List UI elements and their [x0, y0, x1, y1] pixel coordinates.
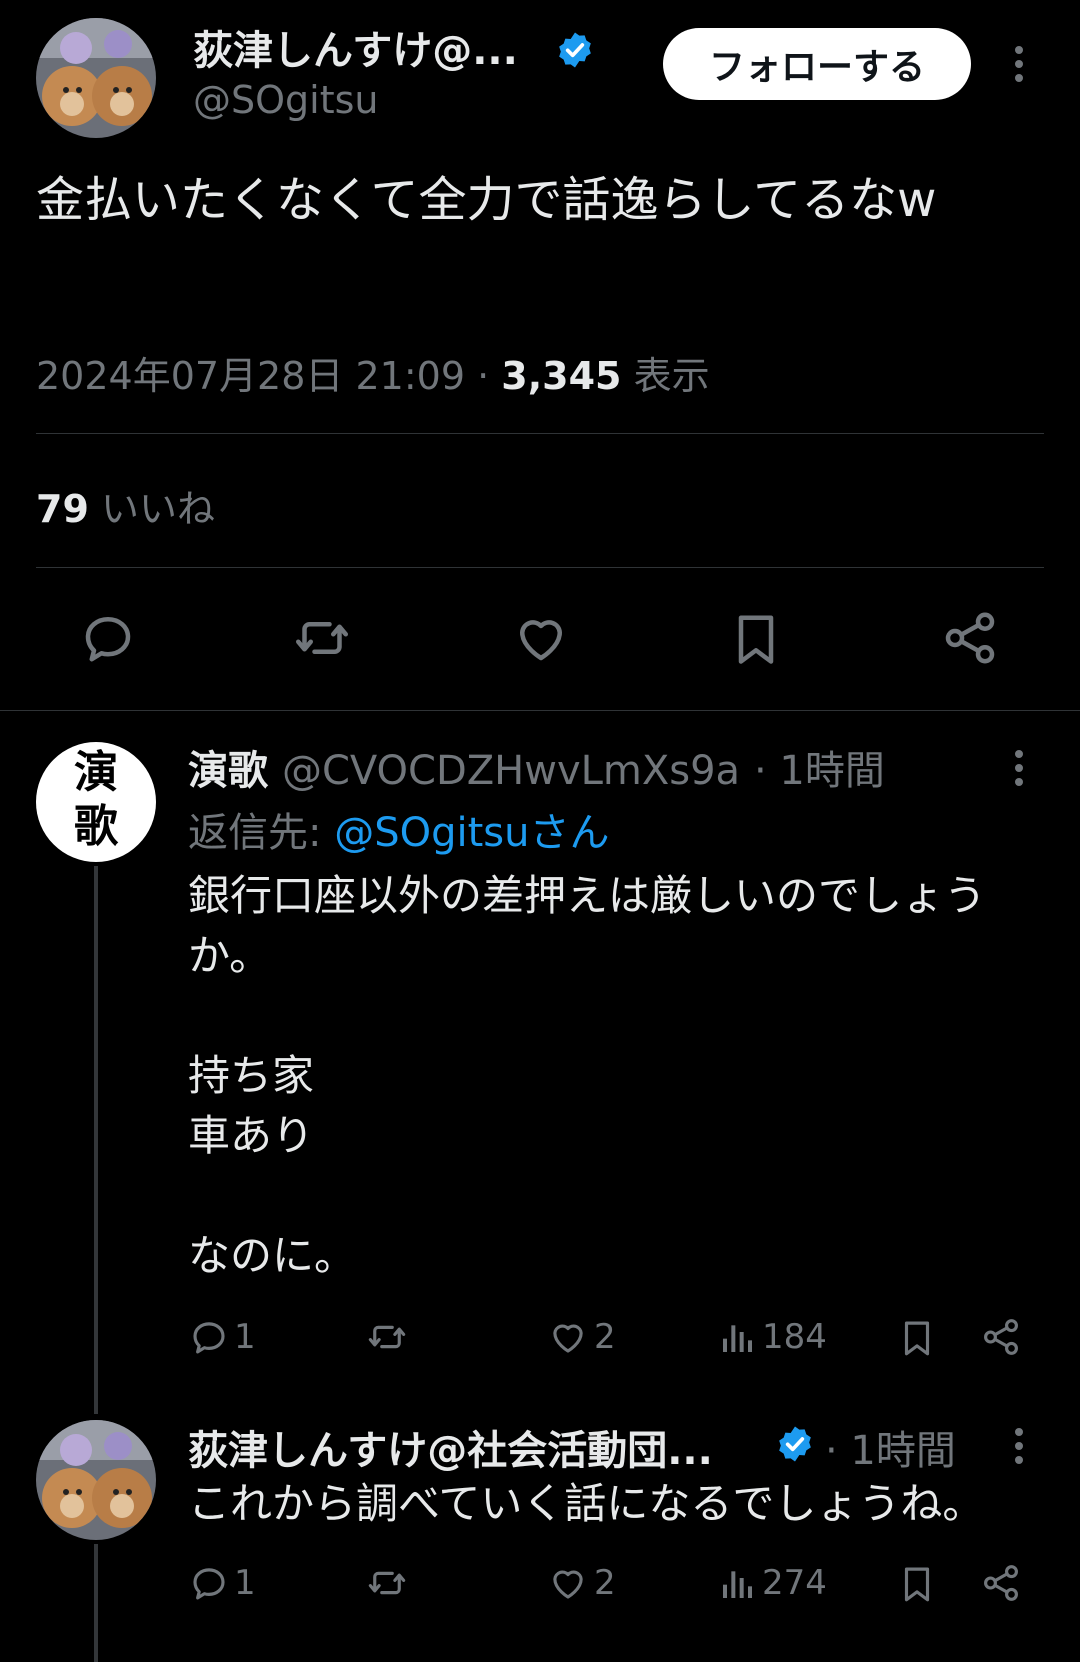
- like-count-value: 2: [594, 1317, 616, 1357]
- retweet-icon: [368, 1325, 406, 1349]
- share-icon[interactable]: [980, 1562, 1022, 1604]
- follow-button[interactable]: フォローする: [663, 28, 971, 100]
- avatar-calligraphy: 演歌: [74, 747, 118, 852]
- share-icon[interactable]: [940, 608, 1000, 668]
- reply-count-value: 1: [234, 1563, 256, 1603]
- views-icon: [723, 1571, 752, 1598]
- reply-avatar[interactable]: [36, 1420, 156, 1540]
- reply-to-label: 返信先:: [188, 810, 335, 856]
- tweet-meta: 2024年07月28日 21:09 · 3,345 表示: [36, 345, 710, 400]
- share-icon[interactable]: [980, 1316, 1022, 1358]
- reply-count-value: 1: [234, 1317, 256, 1357]
- reply-count[interactable]: 1: [188, 1316, 256, 1358]
- meta-separator: ·: [477, 354, 490, 398]
- reply-time[interactable]: · 1時間: [754, 748, 885, 794]
- more-options-icon[interactable]: [1012, 44, 1026, 84]
- verified-badge-icon: [555, 30, 595, 70]
- reply-text: これから調べていく話になるでしょうね。: [188, 1479, 985, 1528]
- likes-count: 79: [36, 487, 89, 531]
- thread-line: [94, 1544, 98, 1662]
- views-count: 3,345: [501, 354, 622, 398]
- views-label: 表示: [633, 354, 710, 398]
- author-avatar[interactable]: [36, 18, 156, 138]
- section-divider: [0, 710, 1080, 711]
- reply-icon[interactable]: [78, 608, 138, 668]
- retweet-count[interactable]: [364, 1316, 414, 1358]
- like-count-value: 2: [594, 1563, 616, 1603]
- reply-icon: [193, 1568, 225, 1600]
- likes-summary[interactable]: 79 いいね: [36, 478, 215, 533]
- retweet-icon: [368, 1571, 406, 1595]
- more-options-icon[interactable]: [1012, 748, 1026, 788]
- views-icon: [723, 1325, 752, 1352]
- reply-to-link[interactable]: @SOgitsuさん: [334, 810, 609, 856]
- reply-handle[interactable]: @CVOCDZHwvLmXs9a: [282, 748, 740, 794]
- retweet-icon[interactable]: [290, 608, 354, 668]
- tweet-text: 金払いたくなくて全力で話逸らしてるなw: [36, 172, 937, 228]
- view-count[interactable]: 274: [718, 1562, 827, 1604]
- bookmark-icon[interactable]: [726, 608, 786, 670]
- view-count-value: 274: [762, 1563, 827, 1603]
- tweet-timestamp[interactable]: 2024年07月28日 21:09: [36, 354, 465, 398]
- like-icon: [553, 1324, 583, 1353]
- bookmark-icon[interactable]: [896, 1316, 938, 1360]
- like-count[interactable]: 2: [546, 1562, 616, 1604]
- reply-time[interactable]: · 1時間: [825, 1418, 956, 1476]
- view-count[interactable]: 184: [718, 1316, 827, 1358]
- like-icon[interactable]: [510, 608, 572, 668]
- retweet-count[interactable]: [364, 1562, 414, 1604]
- reply-text: 銀行口座以外の差押えは厳しいのでしょうか。 持ち家 車あり なのに。: [188, 871, 987, 1280]
- more-options-icon[interactable]: [1012, 1426, 1026, 1466]
- likes-label: いいね: [100, 487, 215, 531]
- divider: [36, 433, 1044, 434]
- thread-line: [94, 866, 98, 1414]
- like-count[interactable]: 2: [546, 1316, 616, 1358]
- author-handle[interactable]: @SOgitsu: [193, 78, 379, 122]
- reply-display-name[interactable]: 演歌: [188, 748, 268, 794]
- reply-avatar[interactable]: 演歌: [36, 742, 156, 862]
- verified-badge-icon: [775, 1424, 815, 1464]
- reply-count[interactable]: 1: [188, 1562, 256, 1604]
- reply-author-name[interactable]: 演歌 @CVOCDZHwvLmXs9a · 1時間: [188, 738, 885, 796]
- like-icon: [553, 1570, 583, 1599]
- reply-to-line: 返信先: @SOgitsuさん: [188, 800, 609, 858]
- view-count-value: 184: [762, 1317, 827, 1357]
- reply-icon: [193, 1322, 225, 1354]
- divider: [36, 567, 1044, 568]
- reply-display-name[interactable]: 荻津しんすけ@社会活動団...: [188, 1418, 713, 1476]
- bookmark-icon[interactable]: [896, 1562, 938, 1606]
- author-display-name[interactable]: 荻津しんすけ@...: [193, 18, 518, 76]
